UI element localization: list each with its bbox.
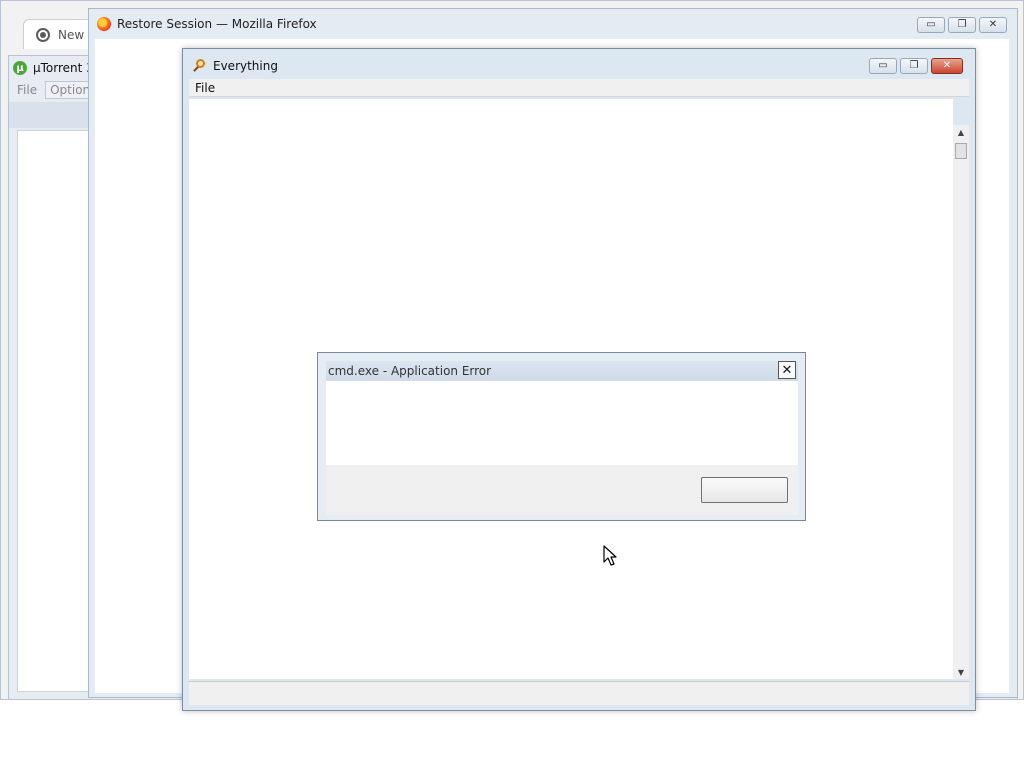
dialog-titlebar[interactable]: cmd.exe - Application Error ✕	[326, 361, 798, 381]
utorrent-icon: µ	[13, 61, 27, 75]
everything-minimize-button[interactable]: ▭	[869, 58, 897, 74]
scroll-up-arrow-icon[interactable]: ▲	[953, 125, 969, 139]
scrollbar-thumb[interactable]	[955, 143, 967, 159]
everything-search-icon	[193, 59, 207, 73]
everything-maximize-button[interactable]: ❐	[900, 58, 928, 74]
firefox-maximize-button[interactable]: ❐	[948, 17, 976, 33]
firefox-close-button[interactable]: ✕	[979, 17, 1007, 33]
everything-close-button[interactable]: ✕	[931, 58, 963, 74]
dialog-message-area	[326, 381, 798, 465]
scroll-down-arrow-icon[interactable]: ▼	[953, 665, 969, 679]
chrome-icon	[36, 27, 50, 42]
dialog-ok-button[interactable]	[701, 477, 788, 503]
everything-window-controls: ▭ ❐ ✕	[869, 58, 963, 74]
everything-menubar: File	[189, 79, 969, 97]
firefox-title: Restore Session — Mozilla Firefox	[117, 17, 317, 31]
dialog-title: cmd.exe - Application Error	[328, 364, 492, 378]
dialog-close-icon[interactable]: ✕	[778, 361, 796, 379]
firefox-titlebar[interactable]: Restore Session — Mozilla Firefox	[89, 9, 1017, 39]
everything-statusbar	[189, 681, 969, 705]
firefox-icon	[97, 17, 111, 31]
everything-title: Everything	[213, 59, 278, 73]
everything-titlebar[interactable]: Everything	[183, 49, 975, 83]
mouse-cursor-icon	[603, 545, 617, 566]
utorrent-menu-file[interactable]: File	[13, 82, 41, 98]
application-error-dialog: cmd.exe - Application Error ✕	[317, 352, 806, 521]
everything-menu-file[interactable]: File	[189, 81, 221, 95]
firefox-window-controls: ▭ ❐ ✕	[917, 17, 1007, 33]
firefox-minimize-button[interactable]: ▭	[917, 17, 945, 33]
dialog-footer	[326, 465, 798, 515]
everything-scrollbar[interactable]: ▲ ▼	[953, 125, 969, 679]
